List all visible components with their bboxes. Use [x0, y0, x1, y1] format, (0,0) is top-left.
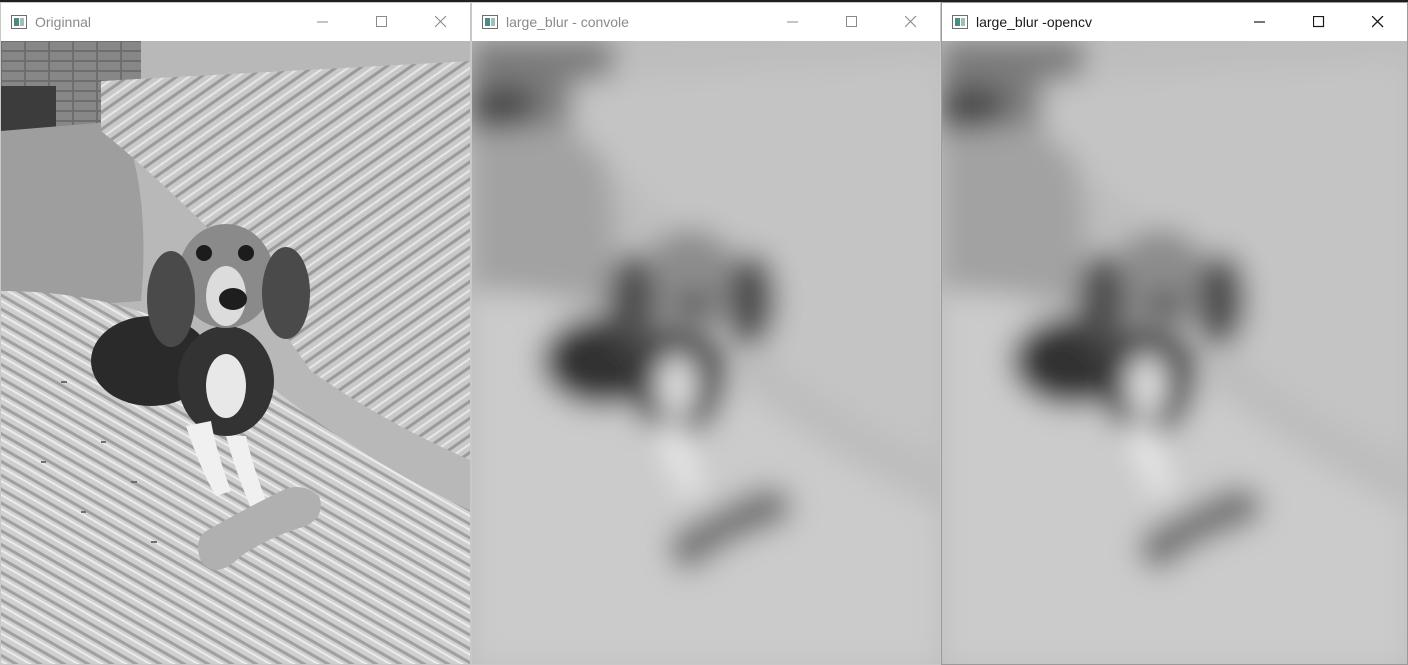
- minimize-icon: [1254, 21, 1265, 23]
- app-window-icon: [952, 15, 968, 29]
- app-window-icon: [482, 15, 498, 29]
- close-button[interactable]: [1348, 3, 1407, 41]
- image-canvas: [942, 41, 1407, 664]
- app-window-icon: [11, 15, 27, 29]
- minimize-icon: [787, 21, 798, 23]
- close-icon: [435, 16, 447, 28]
- maximize-button[interactable]: [352, 3, 411, 41]
- window-original[interactable]: Originnal: [0, 2, 471, 665]
- titlebar[interactable]: large_blur -opencv: [942, 3, 1407, 41]
- window-controls: [293, 3, 470, 41]
- window-large-blur-opencv[interactable]: large_blur -opencv: [941, 2, 1408, 665]
- window-controls: [763, 3, 940, 41]
- maximize-button[interactable]: [822, 3, 881, 41]
- minimize-icon: [317, 21, 328, 23]
- maximize-button[interactable]: [1289, 3, 1348, 41]
- titlebar[interactable]: Originnal: [1, 3, 470, 41]
- maximize-icon: [376, 16, 387, 27]
- maximize-icon: [846, 16, 857, 27]
- close-icon: [1372, 16, 1384, 28]
- maximize-icon: [1313, 16, 1325, 28]
- close-button[interactable]: [881, 3, 940, 41]
- titlebar[interactable]: large_blur - convole: [472, 3, 940, 41]
- close-button[interactable]: [411, 3, 470, 41]
- blurred-dog-photo: [472, 41, 940, 664]
- close-icon: [905, 16, 917, 28]
- window-controls: [1230, 3, 1407, 41]
- minimize-button[interactable]: [1230, 3, 1289, 41]
- minimize-button[interactable]: [763, 3, 822, 41]
- desktop: Originnal large_blur - convole large_blu…: [0, 0, 1408, 665]
- window-title: Originnal: [35, 14, 92, 30]
- minimize-button[interactable]: [293, 3, 352, 41]
- dog-photo: [1, 41, 470, 664]
- window-title: large_blur -opencv: [976, 14, 1092, 30]
- window-title: large_blur - convole: [506, 14, 629, 30]
- image-canvas: [1, 41, 470, 664]
- image-canvas: [472, 41, 940, 664]
- blurred-dog-photo: [942, 41, 1407, 664]
- window-large-blur-convole[interactable]: large_blur - convole: [471, 2, 941, 665]
